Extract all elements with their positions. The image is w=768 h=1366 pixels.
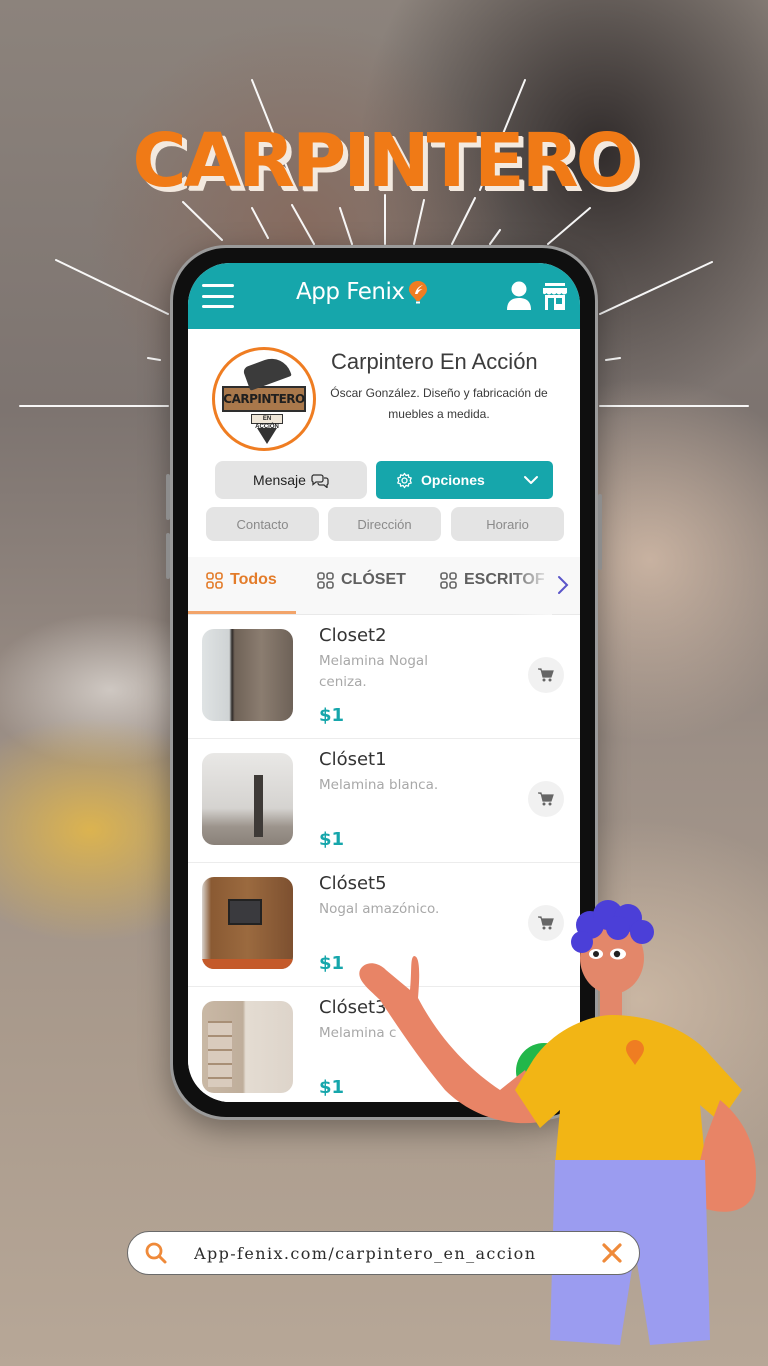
add-to-cart-button[interactable] [528, 657, 564, 693]
tab-fade-overlay [512, 557, 552, 615]
phone-mockup: App Fenix CARPINTERO EN ACCIÓN Carpinter… [166, 245, 602, 1120]
hamburger-menu-icon[interactable] [202, 284, 234, 308]
url-text[interactable]: App-fenix.com/carpintero_en_accion [194, 1244, 601, 1263]
product-price: $1 [319, 1077, 345, 1098]
product-image [202, 629, 293, 721]
cart-icon [538, 668, 554, 682]
chevron-right-icon[interactable] [556, 574, 570, 596]
business-description: Óscar González. Diseño y fabricación de … [330, 386, 548, 421]
chat-bubbles-icon [311, 473, 329, 488]
product-title: Clóset5 [319, 873, 387, 894]
grid-icon [440, 571, 457, 589]
grid-icon [317, 571, 334, 589]
message-button[interactable]: Mensaje [215, 461, 367, 499]
fenix-pin-logo-icon [409, 281, 428, 304]
product-title: Closet2 [319, 625, 387, 646]
gear-icon [397, 472, 412, 488]
app-brand[interactable]: App Fenix [296, 279, 428, 305]
product-description: Melamina c [319, 1025, 397, 1041]
options-dropdown-button[interactable]: Opciones [376, 461, 553, 499]
storefront-icon[interactable] [542, 280, 568, 312]
business-profile: CARPINTERO EN ACCIÓN Carpintero En Acció… [188, 329, 580, 459]
product-item[interactable]: Closet2 Melamina Nogal ceniza. $1 [188, 615, 580, 739]
add-to-cart-button[interactable] [528, 905, 564, 941]
logo-text: CARPINTERO [222, 386, 306, 412]
message-label: Mensaje [253, 472, 306, 488]
address-button[interactable]: Dirección [328, 507, 441, 541]
phone-screen: App Fenix CARPINTERO EN ACCIÓN Carpinter… [188, 263, 580, 1102]
app-header: App Fenix [188, 263, 580, 329]
product-title: Clóset3 [319, 997, 387, 1018]
product-list: Closet2 Melamina Nogal ceniza. $1 Clóset… [188, 615, 580, 1102]
product-price: $1 [319, 705, 345, 726]
category-tabs: Todos CLÓSET ESCRITOF [188, 557, 580, 615]
business-logo[interactable]: CARPINTERO EN ACCIÓN [212, 347, 316, 451]
product-price: $1 [319, 829, 345, 850]
add-to-cart-button[interactable] [528, 781, 564, 817]
active-tab-indicator [188, 611, 296, 614]
phone-power-button [598, 494, 602, 570]
tab-closet[interactable]: CLÓSET [317, 571, 406, 589]
options-label: Opciones [421, 472, 485, 488]
product-image [202, 753, 293, 845]
user-icon[interactable] [506, 280, 532, 312]
url-search-bar[interactable]: App-fenix.com/carpintero_en_accion [127, 1231, 640, 1275]
product-title: Clóset1 [319, 749, 387, 770]
chevron-down-icon [524, 476, 538, 484]
product-description: Nogal amazónico. [319, 901, 440, 917]
search-icon[interactable] [144, 1241, 168, 1265]
close-icon[interactable] [601, 1242, 623, 1264]
logo-subtext: EN ACCIÓN [251, 414, 283, 430]
product-description: Melamina blanca. [319, 777, 439, 793]
phone-side-button [166, 474, 170, 520]
brand-name: App Fenix [296, 279, 405, 305]
headline-title: CARPINTERO [132, 118, 638, 204]
hours-button[interactable]: Horario [451, 507, 564, 541]
business-name: Carpintero En Acción [331, 349, 538, 374]
contact-button[interactable]: Contacto [206, 507, 319, 541]
product-image [202, 1001, 293, 1093]
product-item[interactable]: Clóset5 Nogal amazónico. $1 [188, 863, 580, 987]
logo-v-graphic [257, 428, 277, 444]
product-price: $1 [319, 953, 345, 974]
product-description: Melamina Nogal ceniza. [319, 653, 428, 690]
cart-icon [538, 792, 554, 806]
tab-todos[interactable]: Todos [206, 571, 277, 589]
cart-icon [538, 916, 554, 930]
tab-label: Todos [230, 571, 277, 588]
product-image [202, 877, 293, 969]
grid-icon [206, 571, 223, 589]
product-item[interactable]: Clóset1 Melamina blanca. $1 [188, 739, 580, 863]
whatsapp-icon [531, 1057, 557, 1083]
tab-label: CLÓSET [341, 571, 406, 588]
whatsapp-button[interactable] [516, 1043, 572, 1099]
phone-side-button [166, 533, 170, 579]
